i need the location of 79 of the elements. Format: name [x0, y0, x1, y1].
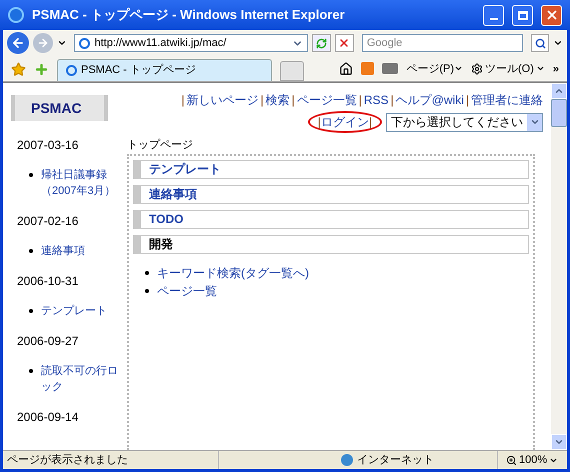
back-button[interactable] — [7, 32, 29, 54]
gear-icon — [470, 62, 483, 75]
browser-tab[interactable]: PSMAC - トップページ — [57, 59, 272, 81]
page-link[interactable]: ページ一覧 — [157, 282, 217, 300]
search-icon — [534, 38, 546, 48]
nav-link[interactable]: RSS — [364, 91, 389, 109]
url-text: http://www11.atwiki.jp/mac/ — [94, 36, 228, 51]
site-logo[interactable]: PSMAC — [11, 95, 108, 121]
page-link[interactable]: キーワード検索(タグ一覧へ) — [157, 264, 309, 282]
recent-page-link[interactable]: テンプレート — [41, 303, 127, 319]
bullet-icon — [145, 270, 149, 274]
close-button[interactable] — [541, 4, 562, 26]
date-text: 2007-03-16 — [17, 137, 80, 153]
window-title: PSMAC - トップページ - Windows Internet Explorer — [32, 6, 346, 24]
favorites-star-icon[interactable] — [11, 62, 26, 77]
refresh-button[interactable] — [312, 34, 331, 52]
separator-text: | — [180, 92, 186, 109]
nav-link[interactable]: 検索 — [266, 91, 290, 109]
caret-icon[interactable] — [56, 38, 66, 48]
vertical-scrollbar[interactable] — [551, 83, 567, 450]
section-heading[interactable]: 連絡事項 — [133, 184, 529, 204]
zoom-icon — [506, 454, 517, 466]
separator-text: | — [290, 92, 296, 109]
search-field[interactable]: Google — [362, 34, 524, 52]
scroll-down-button[interactable] — [551, 434, 567, 450]
separator-text: | — [390, 92, 395, 109]
home-icon[interactable] — [339, 62, 354, 76]
close-icon — [544, 8, 558, 22]
nav-link[interactable]: ページ一覧 — [296, 91, 357, 109]
section-heading[interactable]: テンプレート — [133, 160, 529, 178]
globe-icon — [341, 454, 353, 466]
recent-page-link[interactable]: 帰社日議事録（2007年3月） — [41, 167, 127, 199]
maximize-button[interactable] — [512, 4, 533, 26]
minimize-button[interactable] — [483, 4, 504, 26]
status-message: ページが表示されました — [6, 452, 129, 468]
date-text: 2007-02-16 — [17, 213, 80, 229]
recent-page-link[interactable]: 連絡事項 — [41, 243, 127, 259]
separator-text: | — [368, 114, 372, 131]
arrow-right-icon — [36, 37, 49, 49]
caret-icon — [530, 117, 540, 127]
bullet-icon — [145, 288, 149, 292]
arrow-up-icon — [554, 86, 564, 96]
bullet-icon — [29, 173, 33, 177]
browser-logo-icon — [8, 7, 24, 23]
stop-button[interactable] — [335, 34, 354, 52]
arrow-down-icon — [554, 437, 564, 447]
nav-link[interactable]: 新しいページ — [186, 91, 258, 109]
caret-icon[interactable] — [553, 38, 563, 48]
search-button[interactable] — [531, 34, 550, 52]
zoom-button[interactable]: 100% — [497, 451, 558, 469]
nav-link[interactable]: 管理者に連絡 — [471, 91, 543, 109]
tools-menu[interactable]: ツール(O) — [470, 60, 545, 77]
scrollbar-thumb[interactable] — [551, 99, 567, 127]
separator-text: | — [260, 92, 265, 109]
zone-text: インターネット — [357, 452, 435, 468]
nav-link[interactable]: ヘルプ@wiki — [396, 91, 464, 109]
section-heading: 開発 — [133, 234, 529, 254]
bullet-icon — [29, 249, 33, 253]
page-icon — [66, 65, 77, 76]
page-icon — [79, 38, 90, 48]
stop-icon — [338, 37, 350, 49]
separator-text: | — [358, 92, 363, 109]
recent-page-link[interactable]: 読取不可の行ロック — [41, 363, 127, 395]
bullet-icon — [29, 309, 33, 313]
bullet-icon — [29, 369, 33, 373]
login-link[interactable]: ログイン — [320, 113, 369, 131]
date-text: 2006-10-31 — [17, 273, 80, 289]
separator-text: | — [318, 114, 321, 131]
section-heading[interactable]: TODO — [133, 210, 529, 228]
refresh-icon — [316, 38, 328, 48]
scroll-up-button[interactable] — [551, 83, 567, 99]
date-text: 2006-09-14 — [17, 409, 80, 425]
date-text: 2006-09-27 — [17, 333, 80, 349]
address-field[interactable]: http://www11.atwiki.jp/mac/ — [74, 34, 308, 52]
page-select[interactable]: 下から選択してください — [386, 112, 543, 132]
separator-text: | — [464, 92, 470, 109]
breadcrumb-text: トップページ — [127, 138, 194, 153]
page-menu[interactable]: ページ(P) — [406, 60, 463, 77]
overflow-button[interactable]: » — [552, 60, 559, 77]
